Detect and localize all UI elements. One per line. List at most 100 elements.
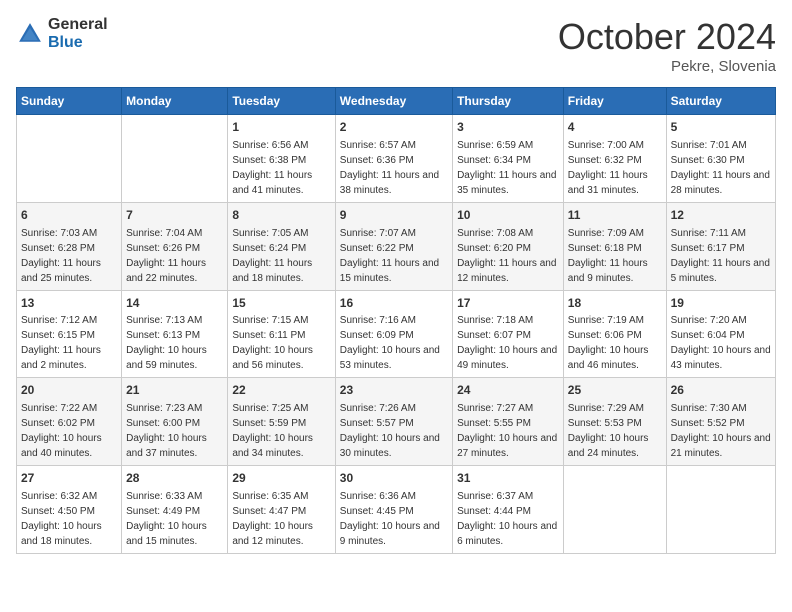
cell-content: Sunrise: 7:00 AMSunset: 6:32 PMDaylight:… (568, 138, 662, 198)
calendar-row: 13Sunrise: 7:12 AMSunset: 6:15 PMDayligh… (17, 290, 776, 378)
logo-icon (16, 20, 44, 48)
cell-line: Sunset: 6:07 PM (457, 328, 559, 343)
logo-text: General Blue (48, 16, 108, 51)
cell-line: Sunrise: 7:12 AM (21, 313, 117, 328)
day-number: 15 (232, 295, 330, 312)
calendar-cell: 19Sunrise: 7:20 AMSunset: 6:04 PMDayligh… (666, 290, 775, 378)
day-number: 29 (232, 470, 330, 487)
cell-line: Sunrise: 7:16 AM (340, 313, 448, 328)
cell-line: Sunrise: 6:59 AM (457, 138, 559, 153)
calendar-cell: 11Sunrise: 7:09 AMSunset: 6:18 PMDayligh… (563, 202, 666, 290)
cell-line: Sunrise: 7:11 AM (671, 226, 771, 241)
cell-line: Daylight: 11 hours and 28 minutes. (671, 168, 771, 198)
day-number: 30 (340, 470, 448, 487)
cell-content: Sunrise: 6:57 AMSunset: 6:36 PMDaylight:… (340, 138, 448, 198)
cell-content: Sunrise: 7:26 AMSunset: 5:57 PMDaylight:… (340, 401, 448, 461)
cell-line: Sunset: 6:15 PM (21, 328, 117, 343)
cell-line: Daylight: 11 hours and 35 minutes. (457, 168, 559, 198)
cell-line: Sunrise: 7:25 AM (232, 401, 330, 416)
cell-line: Daylight: 10 hours and 43 minutes. (671, 343, 771, 373)
cell-content: Sunrise: 7:09 AMSunset: 6:18 PMDaylight:… (568, 226, 662, 286)
cell-line: Daylight: 11 hours and 31 minutes. (568, 168, 662, 198)
cell-line: Daylight: 11 hours and 12 minutes. (457, 256, 559, 286)
calendar-cell: 9 Sunrise: 7:07 AMSunset: 6:22 PMDaylight… (335, 202, 452, 290)
day-number: 8 (232, 207, 330, 224)
day-number: 27 (21, 470, 117, 487)
day-number: 1 (232, 119, 330, 136)
header-cell-thursday: Thursday (453, 88, 564, 115)
calendar-cell (17, 115, 122, 203)
cell-content: Sunrise: 6:59 AMSunset: 6:34 PMDaylight:… (457, 138, 559, 198)
cell-line: Sunset: 6:36 PM (340, 153, 448, 168)
calendar-cell: 30 Sunrise: 6:36 AMSunset: 4:45 PMDayligh… (335, 466, 452, 554)
cell-content: Sunrise: 7:23 AMSunset: 6:00 PMDaylight:… (126, 401, 223, 461)
cell-content: Sunrise: 7:03 AMSunset: 6:28 PMDaylight:… (21, 226, 117, 286)
day-number: 3 (457, 119, 559, 136)
calendar-cell: 31Sunrise: 6:37 AMSunset: 4:44 PMDayligh… (453, 466, 564, 554)
cell-line: Sunset: 5:57 PM (340, 416, 448, 431)
day-number: 16 (340, 295, 448, 312)
cell-line: Daylight: 10 hours and 49 minutes. (457, 343, 559, 373)
cell-line: Sunset: 6:30 PM (671, 153, 771, 168)
cell-line: Daylight: 10 hours and 27 minutes. (457, 431, 559, 461)
month-title: October 2024 (558, 16, 776, 58)
calendar-cell: 12Sunrise: 7:11 AMSunset: 6:17 PMDayligh… (666, 202, 775, 290)
header-cell-monday: Monday (122, 88, 228, 115)
cell-line: Sunset: 4:45 PM (340, 504, 448, 519)
day-number: 23 (340, 382, 448, 399)
cell-line: Sunset: 6:09 PM (340, 328, 448, 343)
header-cell-sunday: Sunday (17, 88, 122, 115)
cell-line: Daylight: 10 hours and 40 minutes. (21, 431, 117, 461)
header-cell-tuesday: Tuesday (228, 88, 335, 115)
calendar-cell: 18Sunrise: 7:19 AMSunset: 6:06 PMDayligh… (563, 290, 666, 378)
cell-line: Sunrise: 7:19 AM (568, 313, 662, 328)
calendar-cell: 26Sunrise: 7:30 AMSunset: 5:52 PMDayligh… (666, 378, 775, 466)
calendar-cell (122, 115, 228, 203)
cell-line: Daylight: 11 hours and 25 minutes. (21, 256, 117, 286)
cell-content: Sunrise: 7:12 AMSunset: 6:15 PMDaylight:… (21, 313, 117, 373)
logo-general-text: General (48, 16, 108, 34)
calendar-cell: 5Sunrise: 7:01 AMSunset: 6:30 PMDaylight… (666, 115, 775, 203)
header-cell-saturday: Saturday (666, 88, 775, 115)
cell-line: Daylight: 10 hours and 6 minutes. (457, 519, 559, 549)
cell-line: Sunrise: 7:18 AM (457, 313, 559, 328)
day-number: 25 (568, 382, 662, 399)
cell-content: Sunrise: 7:08 AMSunset: 6:20 PMDaylight:… (457, 226, 559, 286)
cell-content: Sunrise: 6:56 AMSunset: 6:38 PMDaylight:… (232, 138, 330, 198)
cell-content: Sunrise: 6:36 AMSunset: 4:45 PMDaylight:… (340, 489, 448, 549)
cell-line: Daylight: 10 hours and 46 minutes. (568, 343, 662, 373)
cell-content: Sunrise: 7:27 AMSunset: 5:55 PMDaylight:… (457, 401, 559, 461)
cell-line: Daylight: 11 hours and 38 minutes. (340, 168, 448, 198)
cell-line: Sunset: 5:52 PM (671, 416, 771, 431)
cell-line: Sunrise: 6:56 AM (232, 138, 330, 153)
cell-line: Daylight: 11 hours and 2 minutes. (21, 343, 117, 373)
cell-line: Daylight: 10 hours and 37 minutes. (126, 431, 223, 461)
cell-line: Sunrise: 7:13 AM (126, 313, 223, 328)
cell-line: Sunrise: 7:07 AM (340, 226, 448, 241)
day-number: 2 (340, 119, 448, 136)
calendar-cell: 6Sunrise: 7:03 AMSunset: 6:28 PMDaylight… (17, 202, 122, 290)
day-number: 4 (568, 119, 662, 136)
day-number: 9 (340, 207, 448, 224)
cell-line: Sunrise: 7:29 AM (568, 401, 662, 416)
cell-content: Sunrise: 7:29 AMSunset: 5:53 PMDaylight:… (568, 401, 662, 461)
calendar-row: 27Sunrise: 6:32 AMSunset: 4:50 PMDayligh… (17, 466, 776, 554)
location-subtitle: Pekre, Slovenia (558, 58, 776, 75)
cell-content: Sunrise: 7:25 AMSunset: 5:59 PMDaylight:… (232, 401, 330, 461)
cell-content: Sunrise: 7:07 AMSunset: 6:22 PMDaylight:… (340, 226, 448, 286)
calendar-row: 6Sunrise: 7:03 AMSunset: 6:28 PMDaylight… (17, 202, 776, 290)
cell-line: Sunrise: 6:35 AM (232, 489, 330, 504)
day-number: 22 (232, 382, 330, 399)
cell-line: Sunrise: 6:37 AM (457, 489, 559, 504)
cell-content: Sunrise: 7:30 AMSunset: 5:52 PMDaylight:… (671, 401, 771, 461)
cell-content: Sunrise: 7:15 AMSunset: 6:11 PMDaylight:… (232, 313, 330, 373)
header-row: SundayMondayTuesdayWednesdayThursdayFrid… (17, 88, 776, 115)
calendar-cell: 17Sunrise: 7:18 AMSunset: 6:07 PMDayligh… (453, 290, 564, 378)
calendar-row: 1 Sunrise: 6:56 AMSunset: 6:38 PMDaylight… (17, 115, 776, 203)
day-number: 20 (21, 382, 117, 399)
calendar-cell: 7Sunrise: 7:04 AMSunset: 6:26 PMDaylight… (122, 202, 228, 290)
cell-line: Sunset: 6:24 PM (232, 241, 330, 256)
day-number: 17 (457, 295, 559, 312)
cell-line: Sunrise: 7:01 AM (671, 138, 771, 153)
calendar-cell: 23 Sunrise: 7:26 AMSunset: 5:57 PMDayligh… (335, 378, 452, 466)
